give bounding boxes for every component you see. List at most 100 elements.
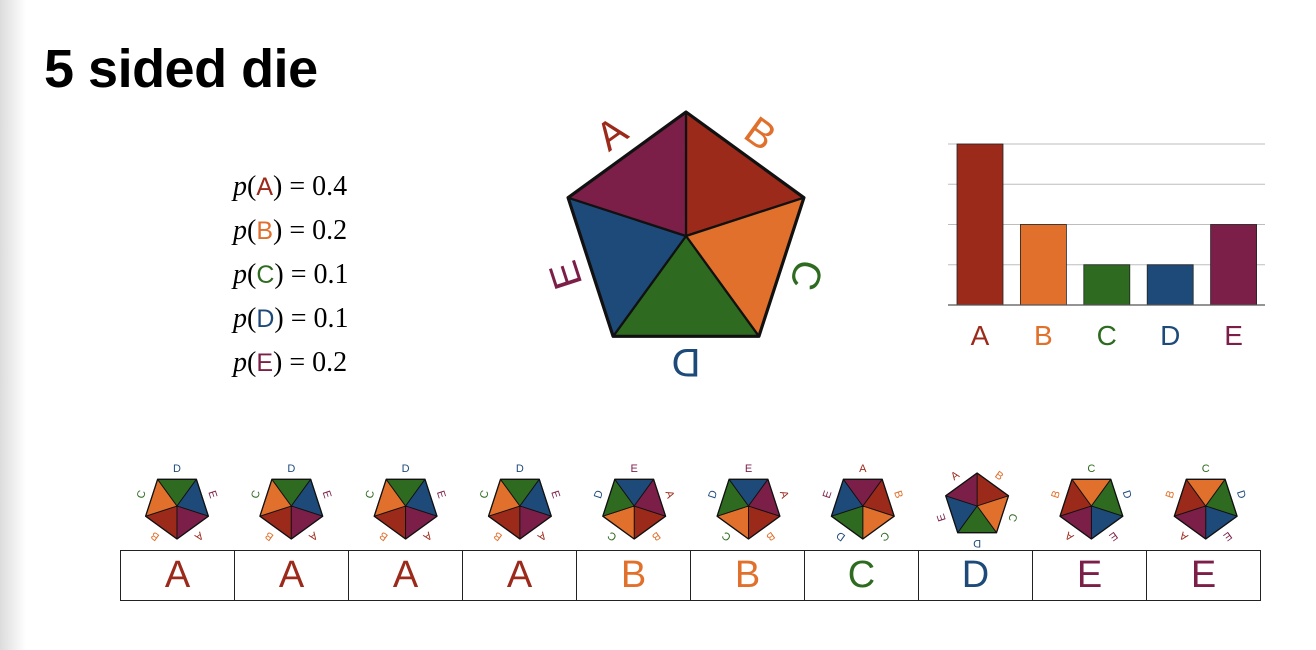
- die: A B C D E: [249, 463, 333, 543]
- die-face-label-a: A: [949, 469, 963, 483]
- die: ABCDE: [363, 463, 447, 543]
- die-face-label-a: A: [1177, 529, 1191, 543]
- probability-function: p: [233, 303, 247, 334]
- die-face-label-c: C: [135, 489, 149, 500]
- die-face-label-a: A: [663, 489, 677, 500]
- probability-value: 0.2: [312, 347, 348, 378]
- probability-value: 0.4: [312, 171, 348, 202]
- sample-cell: A: [462, 550, 577, 601]
- die-face-label-a: A: [420, 529, 434, 543]
- die-face-label-e: E: [541, 255, 591, 294]
- die-face-label-e: E: [821, 489, 835, 500]
- x-tick-label: E: [1224, 320, 1243, 351]
- slide-title: 5 sided die: [44, 39, 318, 99]
- bar-e: [1210, 224, 1258, 306]
- die: ABCDE: [478, 463, 562, 543]
- die-face-label-d: D: [672, 340, 701, 384]
- die-face-label-c: C: [1202, 463, 1210, 475]
- sample-cell: B: [690, 550, 805, 601]
- die-face-label-e: E: [434, 489, 448, 500]
- die-face-label-d: D: [592, 489, 606, 500]
- die-face-label-c: C: [878, 529, 892, 543]
- die: ABCDE: [821, 463, 905, 543]
- page-edge-shadow: [0, 0, 26, 650]
- probability-row: p(A) = 0.4: [233, 171, 348, 202]
- sample-cell: B: [576, 550, 691, 601]
- sample-cell: D: [918, 550, 1033, 601]
- die-face-label-a: A: [535, 529, 549, 543]
- die-face-label-d: D: [173, 463, 181, 475]
- outcome-label: E: [256, 349, 274, 377]
- die: ABCDE: [541, 108, 831, 384]
- die: ABCDE: [1164, 463, 1248, 543]
- probability-row: p(C) = 0.1: [233, 259, 349, 290]
- die-face-label-c: C: [1087, 463, 1095, 475]
- x-tick-label: B: [1034, 320, 1053, 351]
- probability-value: 0.2: [312, 215, 348, 246]
- bar-b: [1020, 224, 1067, 306]
- die-face-label-c: C: [249, 489, 263, 500]
- sample-cell: C: [804, 550, 919, 601]
- die-face-label-b: B: [263, 529, 276, 543]
- outcome-label: C: [256, 261, 275, 289]
- die-face-label-a: A: [1063, 529, 1077, 543]
- die-face-label-e: E: [745, 463, 752, 475]
- die-face-label-b: B: [492, 529, 505, 543]
- probability-function: p: [233, 215, 247, 246]
- die-face-label-e: E: [320, 489, 334, 500]
- probability-function: p: [233, 171, 247, 202]
- outcome-label: B: [256, 217, 274, 245]
- die-diagram: A BCDE: [541, 108, 831, 384]
- die-face-label-a: A: [777, 489, 791, 500]
- probability-function: p: [233, 259, 247, 290]
- sample-row: AAAABBCDEE: [120, 550, 1261, 601]
- bar-c: [1083, 264, 1131, 306]
- die-face-label-d: D: [516, 463, 524, 475]
- x-tick-label: D: [1160, 320, 1180, 351]
- die-face-label-b: B: [377, 529, 390, 543]
- die: ABCDE: [1049, 463, 1133, 543]
- die-face-label-a: A: [192, 529, 206, 543]
- outcome-label: D: [256, 305, 275, 333]
- probability-bar-chart: A B C D E: [948, 143, 1265, 351]
- die-face-label-c: C: [1005, 512, 1019, 523]
- sample-table: AAAABBCDEE: [120, 550, 1261, 601]
- die: ABCDE: [935, 469, 1019, 549]
- die-face-label-e: E: [631, 463, 638, 475]
- sample-cell: A: [234, 550, 349, 601]
- probability-row: p(E) = 0.2: [233, 347, 348, 378]
- sample-cell: A: [120, 550, 235, 601]
- die-face-label-a: A: [859, 463, 867, 475]
- die-face-label-d: D: [287, 463, 295, 475]
- die: ABCDE: [135, 463, 219, 543]
- x-tick-label: A: [971, 320, 990, 351]
- die-face-label-b: B: [1049, 489, 1063, 500]
- die-face-label-d: D: [706, 489, 720, 500]
- die-face-label-d: D: [1120, 489, 1134, 500]
- die-face-label-c: C: [363, 489, 377, 500]
- die-face-label-a: A: [306, 529, 320, 543]
- probability-function: p: [233, 347, 247, 378]
- probability-value: 0.1: [313, 303, 349, 334]
- die-face-label-b: B: [764, 529, 777, 543]
- die-face-label-b: B: [992, 469, 1005, 483]
- bar-d: [1146, 264, 1194, 306]
- probability-value: 0.1: [313, 259, 349, 290]
- die: A B C D E: [706, 463, 790, 543]
- die-face-label-b: B: [1164, 489, 1178, 500]
- die: ABCDE: [592, 463, 676, 543]
- die-face-label-d: D: [1234, 489, 1248, 500]
- die-face-label-c: C: [606, 529, 620, 543]
- sample-dice-row: A B C D E A B C D E A B C D E A B C D E A B C D E A B C D E A B C D E A B C D E…: [135, 463, 1248, 549]
- sample-cell: A: [348, 550, 463, 601]
- die-face-label-c: C: [478, 489, 492, 500]
- outcome-label: A: [256, 173, 274, 201]
- die-face-label-c: C: [720, 529, 734, 543]
- sample-cell: E: [1032, 550, 1147, 601]
- die-face-label-c: C: [780, 254, 831, 295]
- sample-cell: E: [1146, 550, 1261, 601]
- x-tick-label: C: [1097, 320, 1117, 351]
- die-face-label-b: B: [891, 489, 905, 500]
- probability-row: p(D) = 0.1: [233, 303, 349, 334]
- die-face-label-e: E: [205, 489, 219, 500]
